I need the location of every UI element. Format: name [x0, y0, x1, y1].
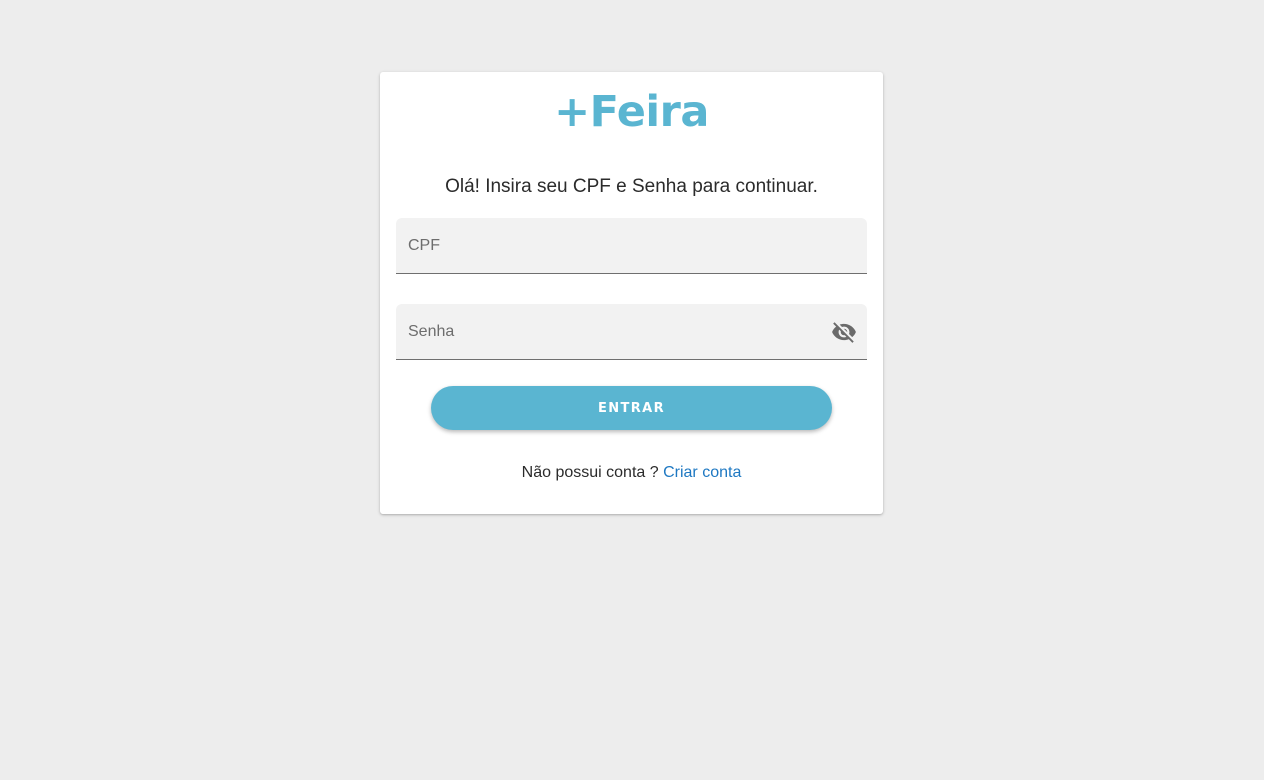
create-account-link[interactable]: Criar conta	[663, 464, 741, 481]
no-account-text: Não possui conta ?	[521, 464, 659, 481]
password-field[interactable]: Senha	[396, 304, 867, 360]
app-logo: +Feira	[554, 87, 709, 137]
signup-prompt: Não possui conta ? Criar conta	[380, 462, 883, 484]
login-card: +Feira Olá! Insira seu CPF e Senha para …	[380, 72, 883, 514]
password-input[interactable]	[408, 320, 822, 346]
visibility-off-icon[interactable]	[831, 319, 857, 345]
cpf-field[interactable]: CPF	[396, 218, 867, 274]
login-button[interactable]: ENTRAR	[431, 386, 832, 430]
cpf-input[interactable]	[408, 234, 822, 260]
login-greeting: Olá! Insira seu CPF e Senha para continu…	[445, 176, 818, 197]
